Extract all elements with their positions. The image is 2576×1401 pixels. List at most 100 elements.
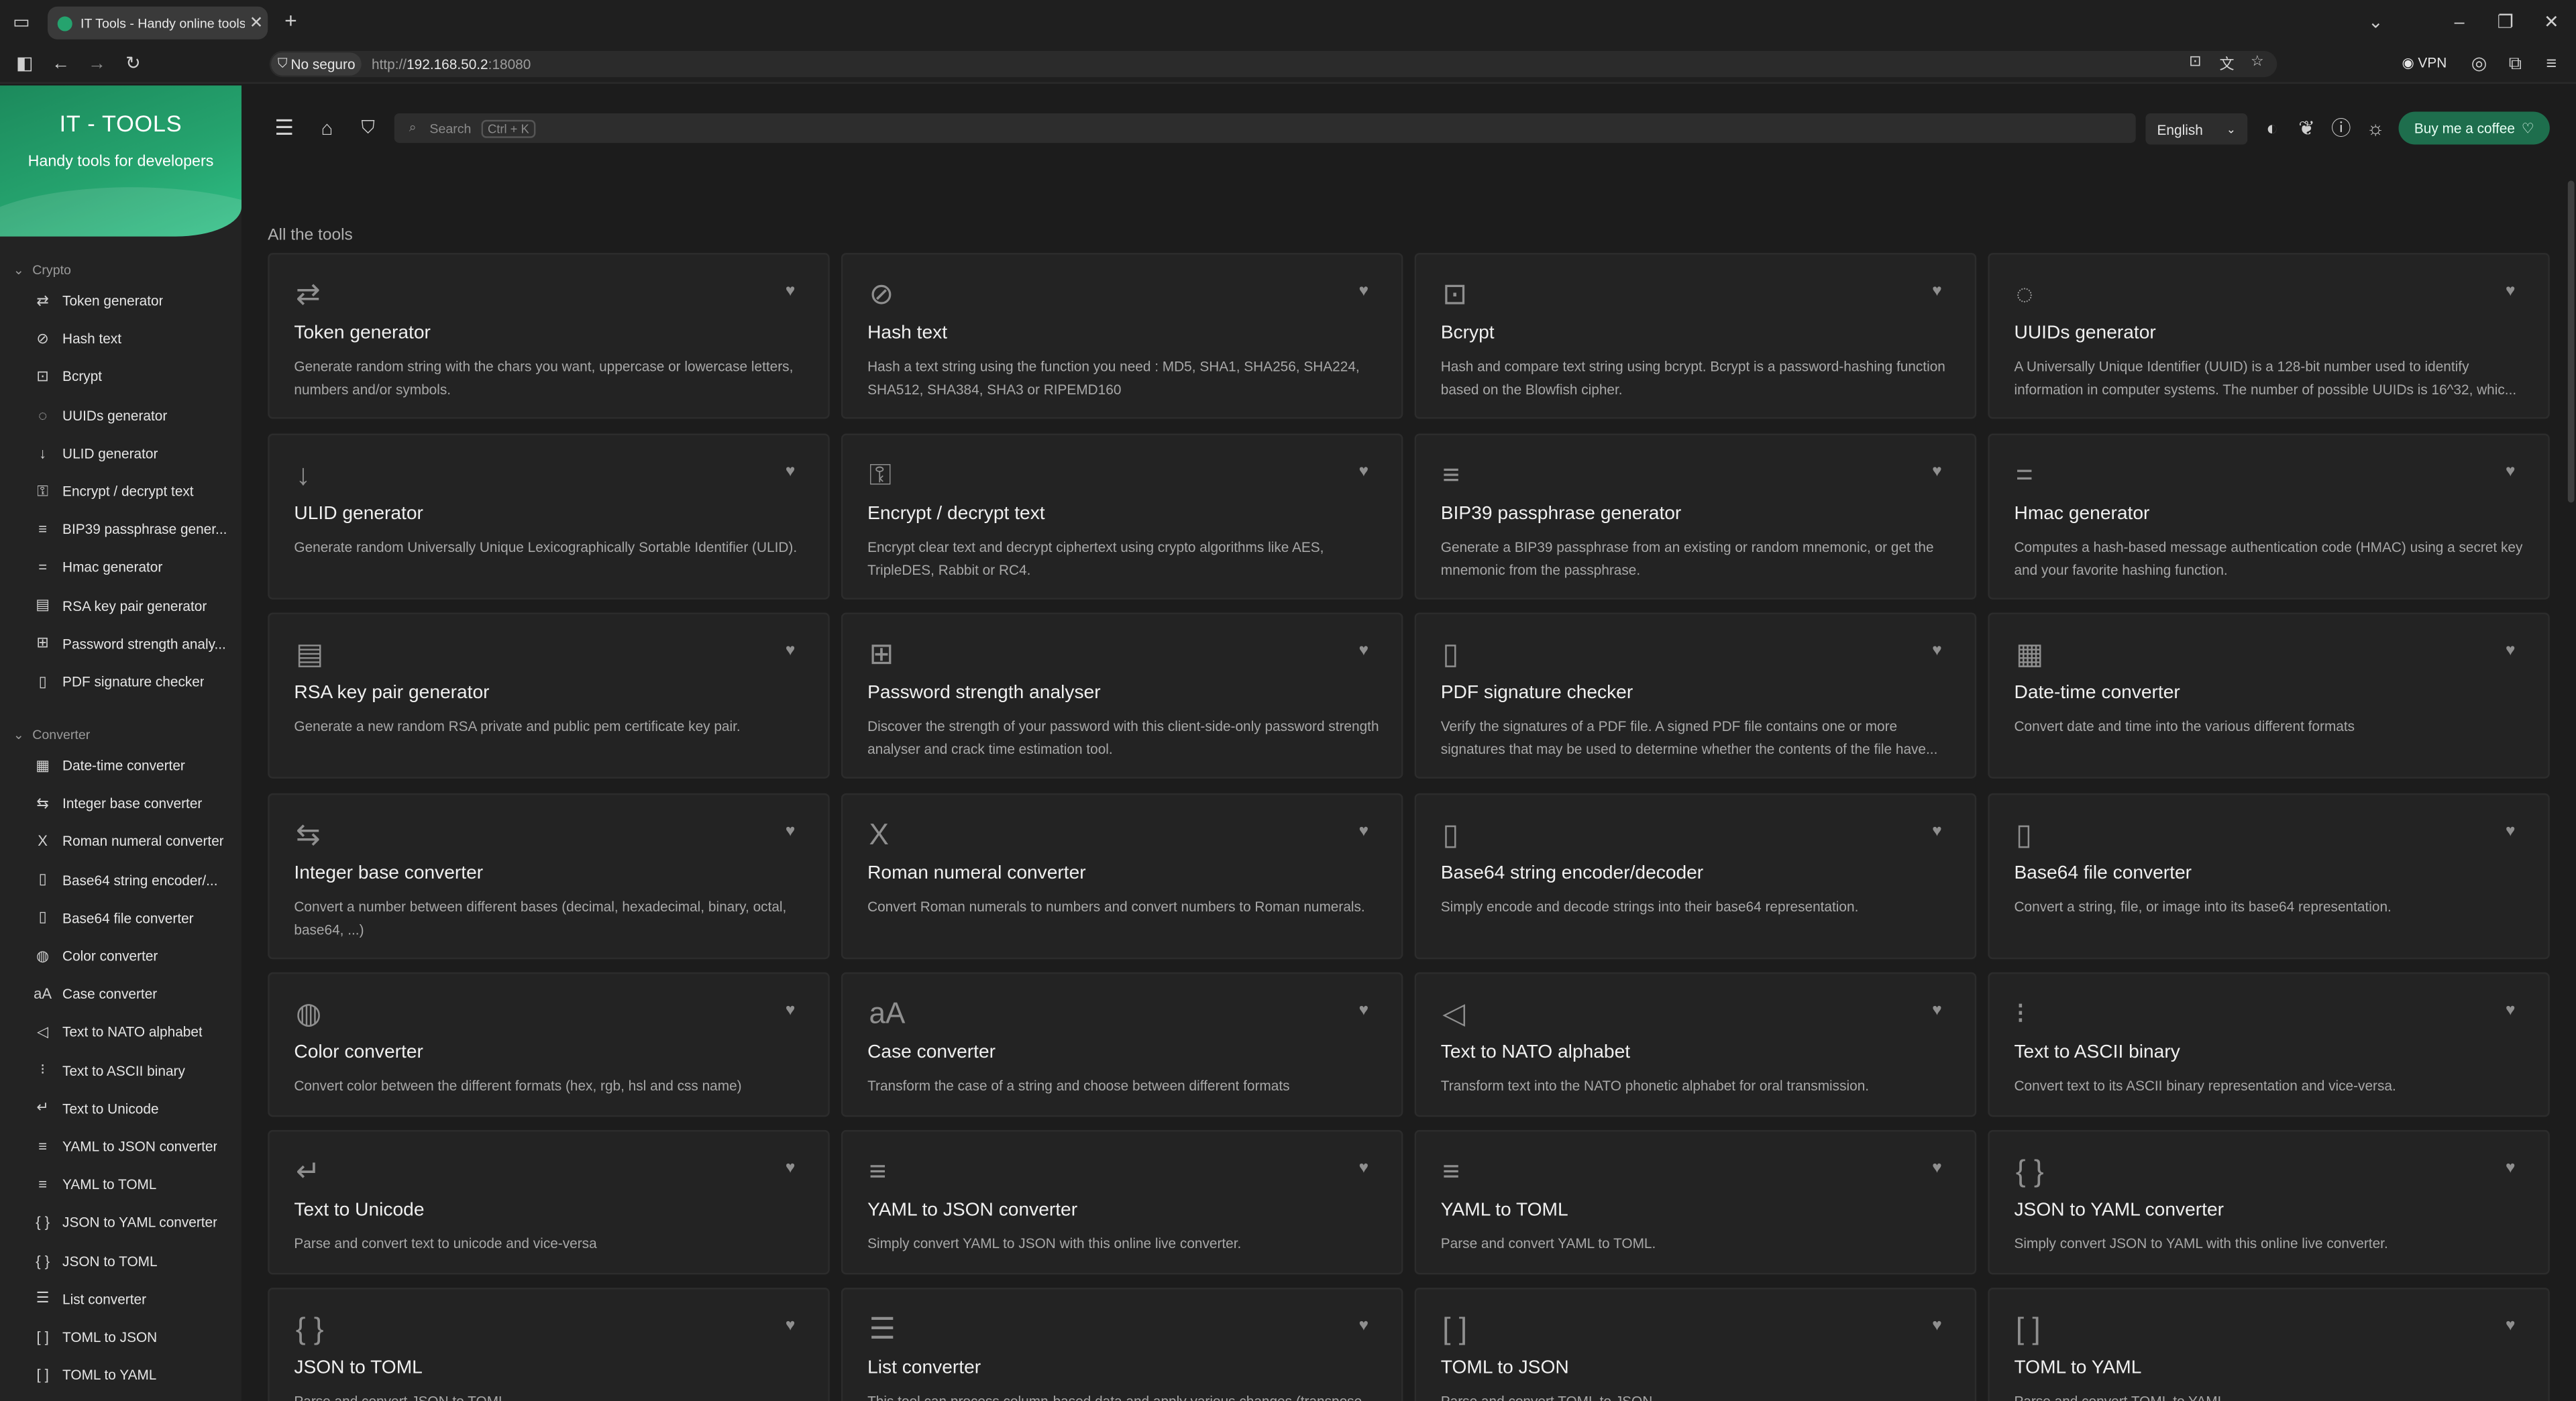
sidebar-item[interactable]: ↵ Text to Unicode — [33, 1095, 230, 1121]
security-badge[interactable]: ⛉ No seguro — [271, 52, 362, 76]
theme-toggle-icon[interactable]: ☼ — [2364, 117, 2387, 139]
sidebar-item[interactable]: ◁ Text to NATO alphabet — [33, 1019, 230, 1045]
tool-card[interactable]: ▯ ♥ PDF signature checker Verify the signat… — [1414, 612, 1977, 779]
menu-icon[interactable]: ≡ — [2540, 52, 2563, 75]
favorite-heart-icon[interactable]: ♥ — [1932, 1160, 1942, 1178]
tool-card[interactable]: ↵ ♥ Text to Unicode Parse and convert text … — [268, 1129, 830, 1275]
paint-icon[interactable]: ⛉ — [356, 117, 379, 139]
favorite-heart-icon[interactable]: ♥ — [786, 463, 796, 482]
search-bar[interactable]: ⌕ Search Ctrl + K — [394, 113, 2136, 144]
tool-card[interactable]: ↓ ♥ ULID generator Generate random Universa… — [268, 433, 830, 600]
favorite-heart-icon[interactable]: ♥ — [1358, 1317, 1368, 1335]
tab-search-icon[interactable]: ⌄ — [2364, 11, 2387, 34]
sidebar-item[interactable]: [ ] TOML to YAML — [33, 1362, 230, 1388]
sidebar-item[interactable]: ▯ Base64 file converter — [33, 905, 230, 931]
sidebar-item[interactable]: ⊞ Password strength analy... — [33, 630, 230, 657]
tool-card[interactable]: ⇆ ♥ Integer base converter Convert a number… — [268, 793, 830, 960]
tool-card[interactable]: ▯ ♥ Base64 file converter Convert a string,… — [1988, 793, 2550, 960]
favorite-heart-icon[interactable]: ♥ — [1358, 1002, 1368, 1020]
favorite-heart-icon[interactable]: ♥ — [1932, 463, 1942, 482]
twitter-icon[interactable]: ❦ — [2295, 117, 2318, 139]
favorite-heart-icon[interactable]: ♥ — [786, 823, 796, 841]
buy-coffee-button[interactable]: Buy me a coffee ♡ — [2398, 111, 2550, 145]
minimize-icon[interactable]: – — [2448, 11, 2471, 34]
favorite-heart-icon[interactable]: ♥ — [1358, 282, 1368, 300]
tool-card[interactable]: ⊘ ♥ Hash text Hash a text string using the … — [841, 253, 1403, 419]
sidebar-item[interactable]: ⁝ Text to ASCII binary — [33, 1057, 230, 1083]
favorite-heart-icon[interactable]: ♥ — [2506, 463, 2516, 482]
favorite-heart-icon[interactable]: ♥ — [2506, 642, 2516, 661]
install-app-icon[interactable]: ⊡ — [2189, 52, 2201, 70]
vpn-button[interactable]: ◉ VPN — [2402, 54, 2447, 72]
favorite-heart-icon[interactable]: ♥ — [1358, 1160, 1368, 1178]
new-tab-icon[interactable]: + — [279, 9, 302, 33]
reload-icon[interactable]: ↻ — [121, 52, 144, 75]
scrollbar[interactable] — [2567, 180, 2575, 503]
tool-card[interactable]: [ ] ♥ TOML to YAML Parse and convert TOML t… — [1988, 1288, 2550, 1401]
favorite-heart-icon[interactable]: ♥ — [786, 282, 796, 300]
favorite-heart-icon[interactable]: ♥ — [2506, 1002, 2516, 1020]
sidebar-item[interactable]: ⚿ Encrypt / decrypt text — [33, 478, 230, 504]
tool-card[interactable]: ⇄ ♥ Token generator Generate random string … — [268, 253, 830, 419]
favorite-heart-icon[interactable]: ♥ — [786, 1317, 796, 1335]
sidebar-item[interactable]: ☰ List converter — [33, 1286, 230, 1312]
browser-tab[interactable]: IT Tools - Handy online tools for develo… — [48, 6, 268, 40]
sidebar-hero[interactable]: IT - TOOLS Handy tools for developers — [0, 85, 242, 237]
tool-card[interactable]: ⚿ ♥ Encrypt / decrypt text Encrypt clear te… — [841, 433, 1403, 600]
favorite-heart-icon[interactable]: ♥ — [786, 1002, 796, 1020]
favorite-heart-icon[interactable]: ♥ — [1932, 823, 1942, 841]
tool-card[interactable]: ▤ ♥ RSA key pair generator Generate a new r… — [268, 612, 830, 779]
sidebar-item[interactable]: ⇆ Integer base converter — [33, 790, 230, 816]
bookmark-star-icon[interactable]: ☆ — [2251, 52, 2264, 70]
favorite-heart-icon[interactable]: ♥ — [2506, 823, 2516, 841]
hamburger-menu-icon[interactable]: ☰ — [273, 116, 296, 139]
favorite-heart-icon[interactable]: ♥ — [1932, 642, 1942, 661]
sidebar-item[interactable]: ▯ PDF signature checker — [33, 669, 230, 695]
tool-card[interactable]: aA ♥ Case converter Transform the case of a… — [841, 972, 1403, 1117]
translate-icon[interactable]: 文 — [2220, 52, 2235, 74]
tool-card[interactable]: ▦ ♥ Date-time converter Convert date and ti… — [1988, 612, 2550, 779]
tool-card[interactable]: X ♥ Roman numeral converter Convert Roman n… — [841, 793, 1403, 960]
sidebar-item[interactable]: [ ] TOML to JSON — [33, 1324, 230, 1350]
sidebar-item[interactable]: ⇄ Token generator — [33, 288, 230, 314]
sidebar-item[interactable]: X Roman numeral converter — [33, 828, 230, 854]
window-close-icon[interactable]: ✕ — [2540, 11, 2563, 34]
tool-card[interactable]: ◌ ♥ UUIDs generator A Universally Unique Id… — [1988, 253, 2550, 419]
address-bar[interactable]: ⛉ No seguro http://192.168.50.2:18080 ⊡ … — [269, 50, 2277, 78]
tool-card[interactable]: ⊡ ♥ Bcrypt Hash and compare text string usi… — [1414, 253, 1977, 419]
favorite-heart-icon[interactable]: ♥ — [1358, 823, 1368, 841]
home-icon[interactable]: ⌂ — [315, 117, 338, 139]
profile-icon[interactable]: ◎ — [2467, 52, 2490, 75]
sidebar-category[interactable]: ⌄ Crypto — [13, 263, 71, 278]
sidebar-item[interactable]: ≡ BIP39 passphrase gener... — [33, 516, 230, 542]
tool-card[interactable]: { } ♥ JSON to YAML converter Simply convert… — [1988, 1129, 2550, 1275]
sidebar-item[interactable]: = Hmac generator — [33, 554, 230, 580]
tool-card[interactable]: = ♥ Hmac generator Computes a hash-based me… — [1988, 433, 2550, 600]
tool-card[interactable]: [ ] ♥ TOML to JSON Parse and convert TOML t… — [1414, 1288, 1977, 1401]
favorite-heart-icon[interactable]: ♥ — [1932, 1002, 1942, 1020]
tool-card[interactable]: ≡ ♥ YAML to JSON converter Simply convert Y… — [841, 1129, 1403, 1275]
favorite-heart-icon[interactable]: ♥ — [2506, 282, 2516, 300]
tab-list-icon[interactable]: ▭ — [10, 11, 33, 34]
favorite-heart-icon[interactable]: ♥ — [2506, 1160, 2516, 1178]
sidebar-item[interactable]: ⊘ Hash text — [33, 325, 230, 351]
tool-card[interactable]: ◁ ♥ Text to NATO alphabet Transform text in… — [1414, 972, 1977, 1117]
sidebar-item[interactable]: ⊡ Bcrypt — [33, 363, 230, 390]
back-icon[interactable]: ← — [49, 52, 72, 75]
sidebar-item[interactable]: ▦ Date-time converter — [33, 752, 230, 779]
tool-card[interactable]: ≡ ♥ YAML to TOML Parse and convert YAML to … — [1414, 1129, 1977, 1275]
favorite-heart-icon[interactable]: ♥ — [786, 1160, 796, 1178]
sidebar-item[interactable]: { } JSON to YAML converter — [33, 1209, 230, 1235]
sidebar-item[interactable]: ▤ RSA key pair generator — [33, 592, 230, 618]
sidebar-toggle-icon[interactable]: ◧ — [13, 52, 36, 75]
favorite-heart-icon[interactable]: ♥ — [1932, 282, 1942, 300]
favorite-heart-icon[interactable]: ♥ — [1358, 642, 1368, 661]
language-select[interactable]: English ⌄ — [2145, 113, 2248, 145]
tool-card[interactable]: ⊞ ♥ Password strength analyser Discover the… — [841, 612, 1403, 779]
tool-card[interactable]: ▯ ♥ Base64 string encoder/decoder Simply en… — [1414, 793, 1977, 960]
tool-card[interactable]: ◍ ♥ Color converter Convert color between t… — [268, 972, 830, 1117]
tool-card[interactable]: ⁝ ♥ Text to ASCII binary Convert text to it… — [1988, 972, 2550, 1117]
tool-card[interactable]: ☰ ♥ List converter This tool can process co… — [841, 1288, 1403, 1401]
info-icon[interactable]: ⓘ — [2330, 117, 2353, 139]
github-icon[interactable]: ◐ — [2261, 117, 2284, 139]
